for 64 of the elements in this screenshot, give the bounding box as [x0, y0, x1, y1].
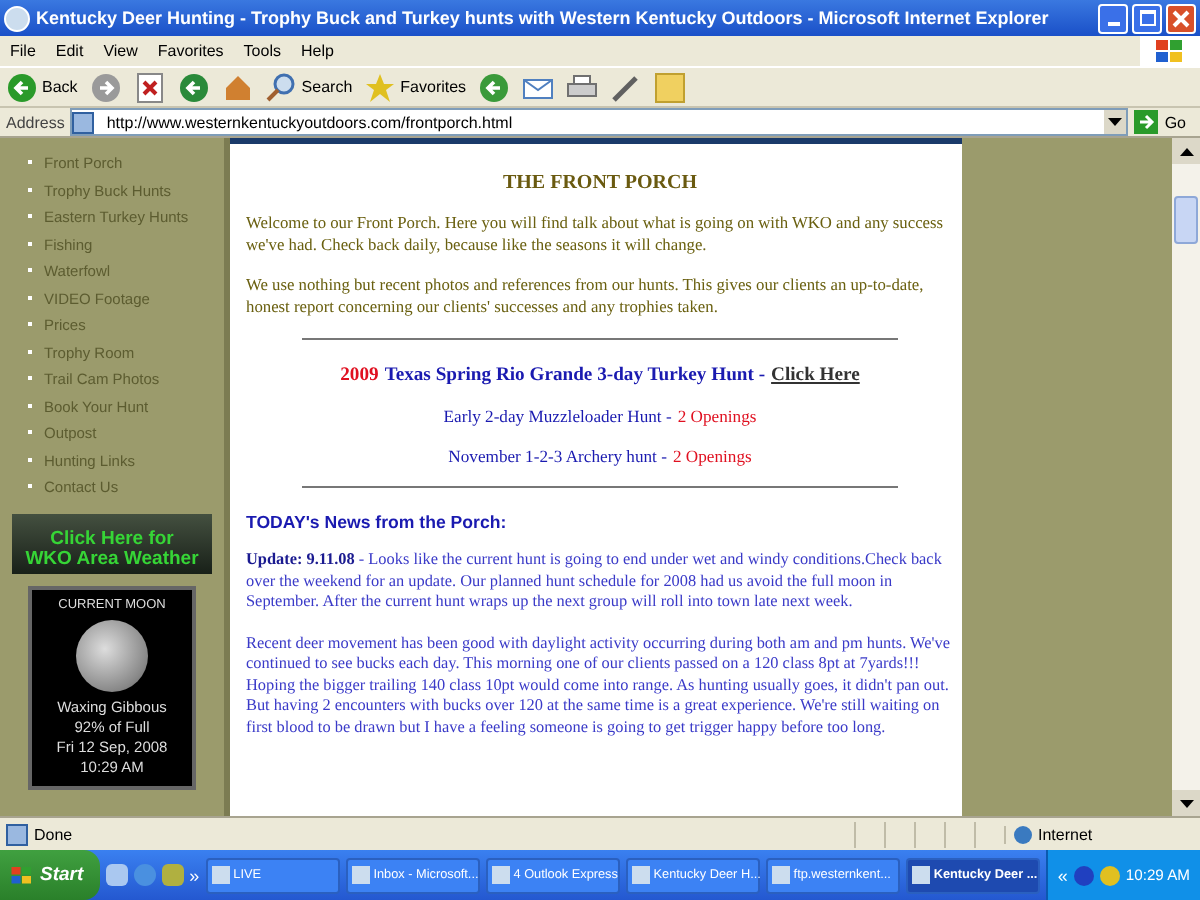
star-icon: [364, 71, 397, 103]
tray-chevron[interactable]: «: [1057, 865, 1068, 885]
hunt-text: Early 2-day Muzzleloader Hunt -: [443, 406, 672, 426]
intro-paragraph: Welcome to our Front Porch. Here you will find talk about what is going on with WKO and any success we've had. Check back daily, because like the seasons it will change.: [246, 214, 946, 256]
stop-icon: [133, 71, 166, 103]
forward-icon: [89, 71, 122, 103]
menu-item[interactable]: File: [10, 42, 36, 60]
news-heading: TODAY's News from the Porch:: [246, 512, 509, 532]
home-button[interactable]: [221, 71, 254, 103]
weather-banner[interactable]: Click Here for WKO Area Weather: [12, 513, 212, 573]
hunt-text: 2 Openings: [672, 446, 752, 466]
menu-item[interactable]: Edit: [55, 42, 84, 60]
window-icon: [351, 866, 370, 884]
hunt-text: Texas Spring Rio Grande 3-day Turkey Hunt -: [384, 364, 766, 386]
scroll-thumb[interactable]: [1174, 196, 1198, 244]
hunt-text: November 1-2-3 Archery hunt -: [448, 446, 667, 466]
maximize-button[interactable]: [1132, 3, 1162, 33]
search-button[interactable]: Search: [265, 71, 353, 103]
window-icon: [211, 866, 230, 884]
address-field[interactable]: http://www.westernkentuckyoutdoors.com/frontporch.html: [70, 108, 1129, 136]
window-icon: [491, 866, 510, 884]
tray-icon[interactable]: [1073, 865, 1094, 885]
page-heading: THE FRONT PORCH: [500, 172, 700, 194]
click-here-link[interactable]: Click Here: [771, 364, 860, 386]
window-icon: [631, 866, 650, 884]
news-paragraph: Update: 9.11.08 - Looks like the current hunt is going to end under wet and windy conditions.Check back over the weekend for an update. Our planned hunt schedule for 2008 had us avoid the full moon in September. After the current hunt wraps up the next group will roll into town late next week.: [246, 550, 944, 613]
browser-icon: [4, 5, 30, 31]
back-button[interactable]: Back: [6, 71, 78, 103]
window-title: Kentucky Deer Hunting - Trophy Buck and Turkey hunts with Western Kentucky Outdoors - Microsoft Internet Explorer: [36, 8, 1051, 28]
forward-button[interactable]: [89, 71, 122, 103]
address-label: Address: [6, 113, 65, 131]
search-icon: [265, 71, 298, 103]
status-text: Done: [34, 825, 73, 843]
scroll-up-icon[interactable]: [1179, 147, 1193, 155]
home-icon: [221, 71, 254, 103]
close-button[interactable]: [1166, 3, 1196, 33]
security-zone: Internet: [1038, 825, 1093, 843]
hunt-text: 2 Openings: [677, 406, 757, 426]
menu-item[interactable]: Tools: [243, 42, 281, 60]
scrollbar[interactable]: [1172, 138, 1200, 816]
news-paragraph: Recent deer movement has been good with daylight activity occurring during both am and pm hunts. We've continued to see bucks each day. This morning one of our clients passed on a 120 class 8pt at 7yards!!! Hoping the bigger trailing 140 class 10pt would come into range. As hunting usually goes, it didn't pan out. But having 2 encounters with bucks over 120 at the same time is a great experience. We're still waiting on first blood to be drawn but I have a feeling someone is going to get trigger happy before too long.: [246, 633, 952, 738]
favorites-button[interactable]: Favorites: [364, 71, 467, 103]
moon-icon: [76, 619, 148, 691]
app-icon[interactable]: [161, 864, 184, 886]
quick-launch-chevron[interactable]: »: [189, 865, 200, 885]
menu-item[interactable]: View: [103, 42, 138, 60]
go-button[interactable]: Go: [1134, 110, 1194, 134]
print-button[interactable]: [566, 71, 599, 103]
menu-item[interactable]: Favorites: [157, 42, 224, 60]
page-icon: [6, 823, 28, 845]
windows-logo-icon: [10, 863, 34, 887]
page-icon: [72, 111, 95, 133]
hunt-text: 2009: [340, 364, 379, 386]
minimize-button[interactable]: [1098, 3, 1128, 33]
menu-item[interactable]: Help: [300, 42, 334, 60]
stop-button[interactable]: [133, 71, 166, 103]
scroll-down-icon[interactable]: [1179, 799, 1193, 807]
print-icon: [566, 71, 599, 103]
window-icon: [771, 866, 790, 884]
globe-icon: [1014, 825, 1032, 843]
start-button[interactable]: Start: [0, 850, 100, 900]
window-icon: [911, 866, 930, 884]
intro-paragraph: We use nothing but recent photos and references from our hunts. This gives our clients an up-to-date, honest report concerning our clients' successes and any trophies taken.: [246, 276, 926, 318]
dropdown-arrow-icon[interactable]: [1108, 118, 1123, 126]
